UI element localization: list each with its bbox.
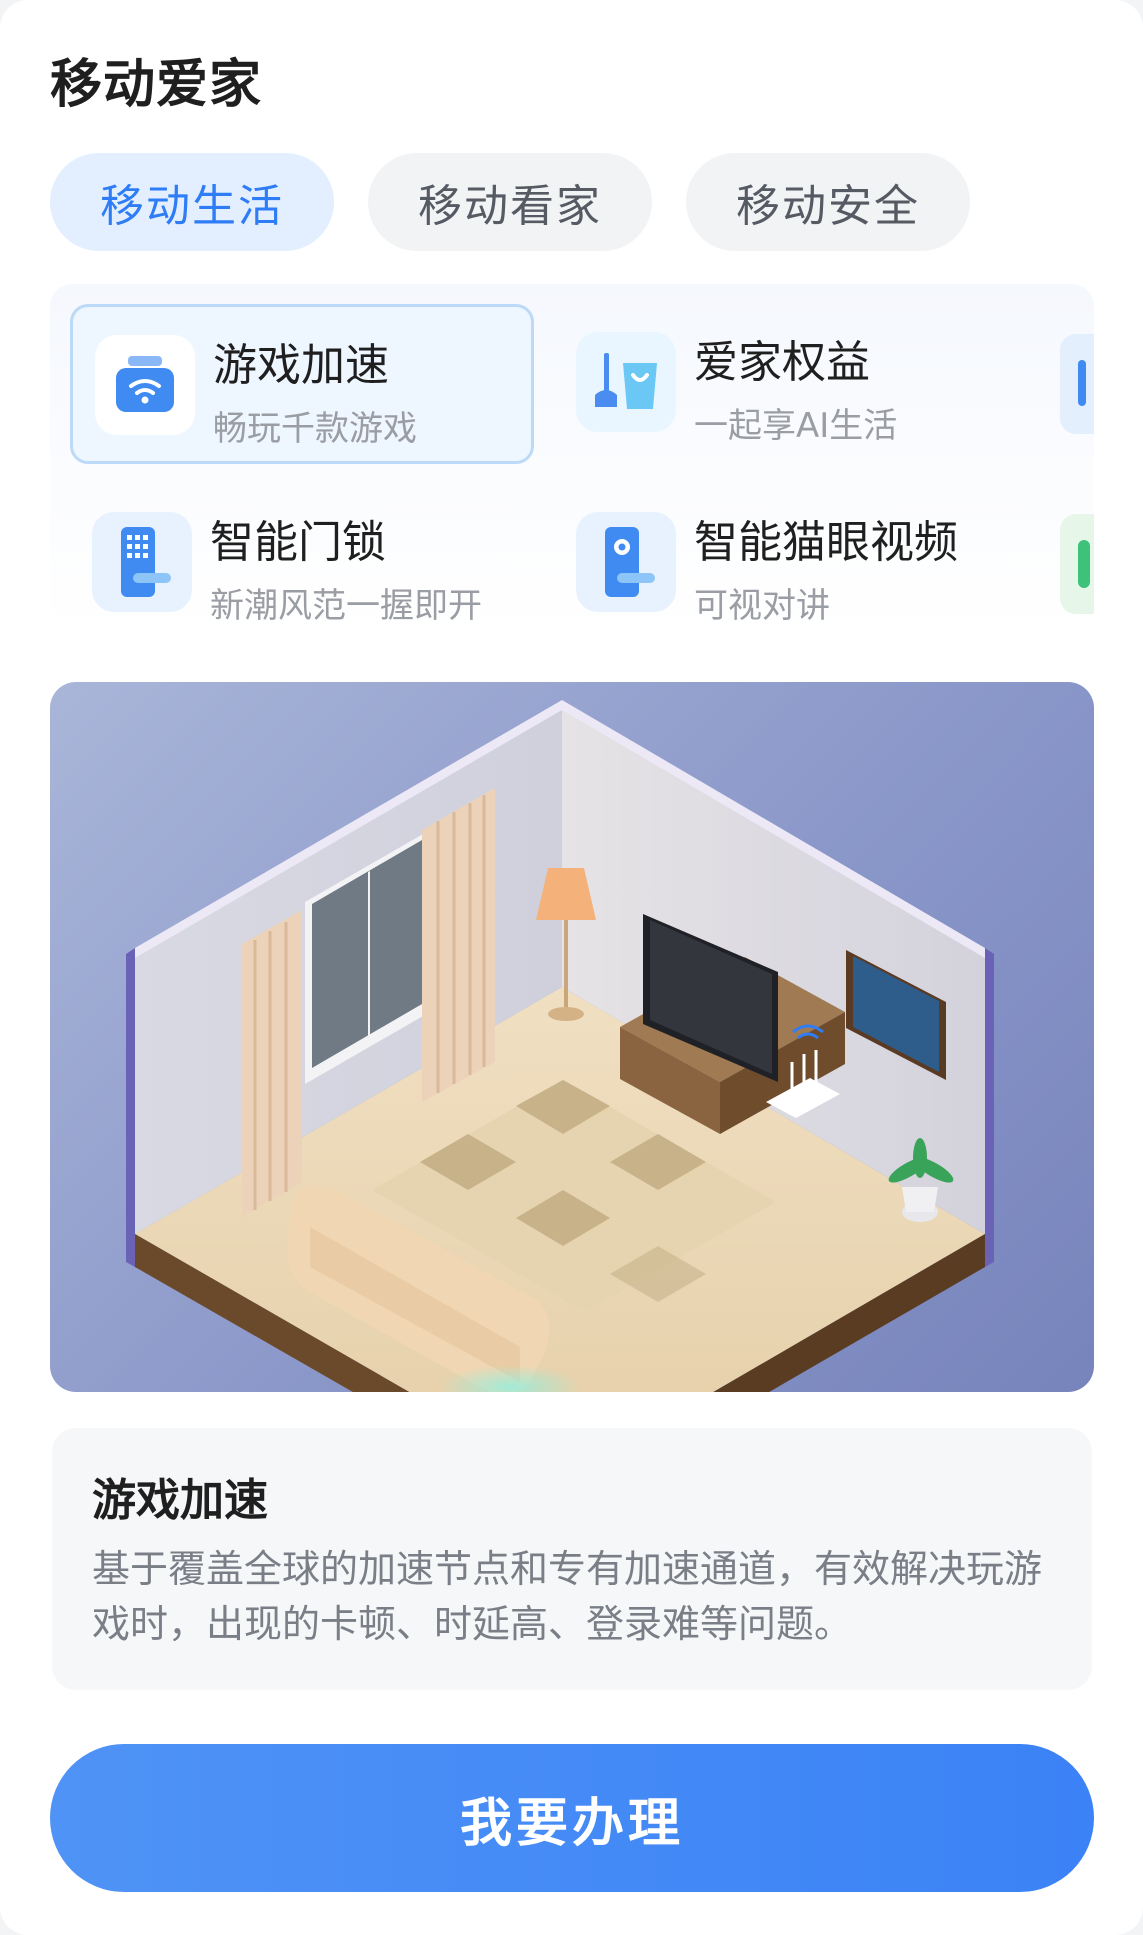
feature-name: 智能猫眼视频	[694, 517, 958, 568]
page-title: 移动爱家	[50, 55, 263, 115]
feature-smart-lock[interactable]: 智能门锁 新潮风范一握即开	[70, 484, 534, 634]
next-feature-icon	[1060, 334, 1094, 434]
living-room-illustration	[50, 682, 1094, 1392]
feature-subtitle: 可视对讲	[694, 586, 830, 626]
feature-name: 智能门锁	[210, 517, 386, 568]
feature-grid: 游戏加速 畅玩千款游戏 爱家权益 一起享AI生活 智能门锁 新潮风范一握即开 智…	[50, 284, 1094, 634]
router-wifi-icon	[95, 335, 195, 435]
tab-mobile-security[interactable]: 移动安全	[686, 153, 970, 251]
feature-game-boost[interactable]: 游戏加速 畅玩千款游戏	[70, 304, 534, 464]
broom-bag-icon	[576, 332, 676, 432]
door-camera-icon	[576, 512, 676, 612]
description-heading: 游戏加速	[92, 1475, 268, 1526]
feature-home-benefits[interactable]: 爱家权益 一起享AI生活	[554, 304, 1018, 464]
main-card: 移动爱家 移动生活 移动看家 移动安全 游戏加速 畅玩千款游戏 爱家权益 一起享…	[0, 0, 1143, 1935]
next-feature-icon	[1060, 514, 1094, 614]
tab-mobile-life[interactable]: 移动生活	[50, 153, 334, 251]
description-text: 基于覆盖全球的加速节点和专有加速通道，有效解决玩游戏时，出现的卡顿、时延高、登录…	[92, 1547, 1043, 1646]
tab-mobile-home-watch[interactable]: 移动看家	[368, 153, 652, 251]
feature-subtitle: 一起享AI生活	[694, 406, 898, 446]
feature-name: 爱家权益	[694, 337, 870, 388]
feature-name: 游戏加速	[213, 340, 389, 391]
feature-description-panel: 游戏加速 基于覆盖全球的加速节点和专有加速通道，有效解决玩游戏时，出现的卡顿、时…	[52, 1428, 1092, 1690]
apply-button[interactable]: 我要办理	[50, 1744, 1094, 1892]
feature-subtitle: 新潮风范一握即开	[210, 586, 482, 626]
tab-bar: 移动生活 移动看家 移动安全	[50, 153, 970, 251]
feature-door-camera[interactable]: 智能猫眼视频 可视对讲	[554, 484, 1018, 634]
smart-lock-icon	[92, 512, 192, 612]
feature-subtitle: 畅玩千款游戏	[213, 409, 417, 449]
